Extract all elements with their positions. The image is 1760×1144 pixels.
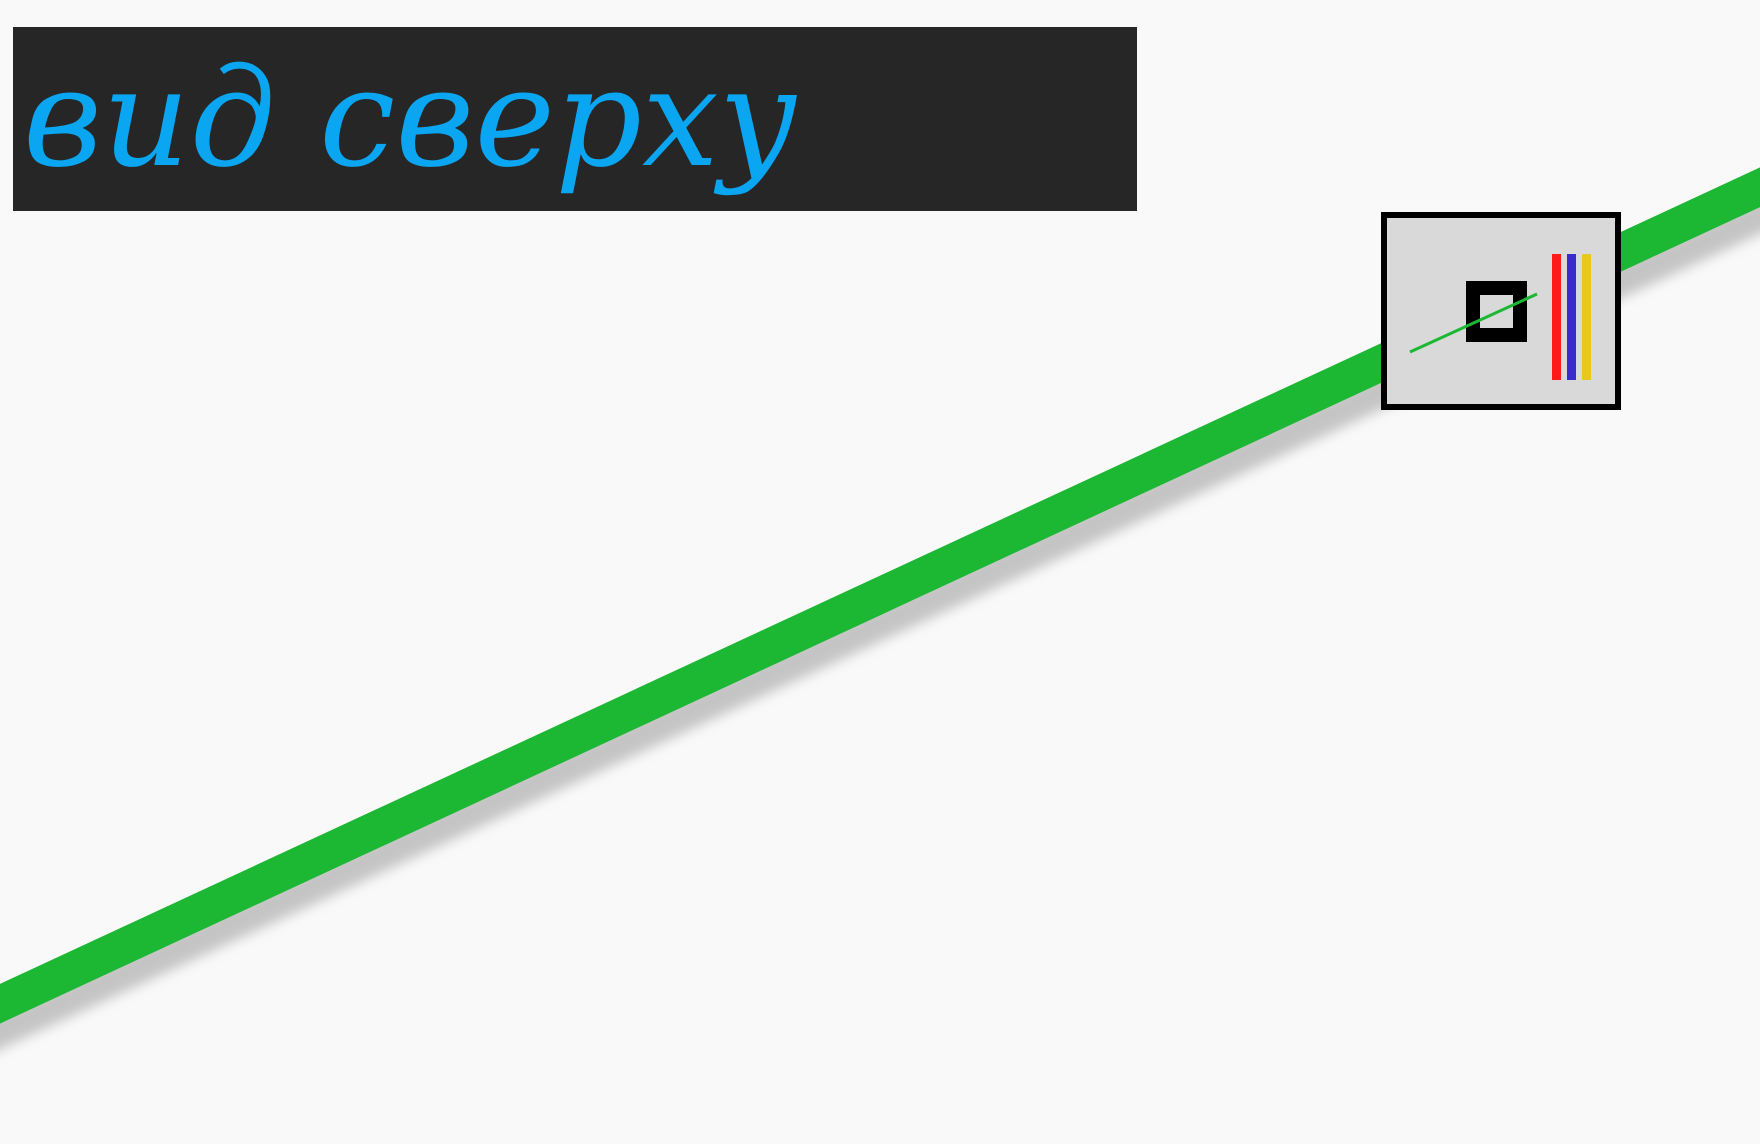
page-title: вид сверху: [23, 40, 798, 198]
legend-widget[interactable]: [1381, 212, 1621, 410]
stripe-blue-icon: [1567, 254, 1576, 380]
title-banner: вид сверху: [13, 27, 1137, 211]
stripe-yellow-icon: [1582, 254, 1591, 380]
legend-glyph: [1409, 254, 1591, 380]
canvas-stage: вид сверху: [0, 0, 1760, 1144]
stripe-red-icon: [1552, 254, 1561, 380]
